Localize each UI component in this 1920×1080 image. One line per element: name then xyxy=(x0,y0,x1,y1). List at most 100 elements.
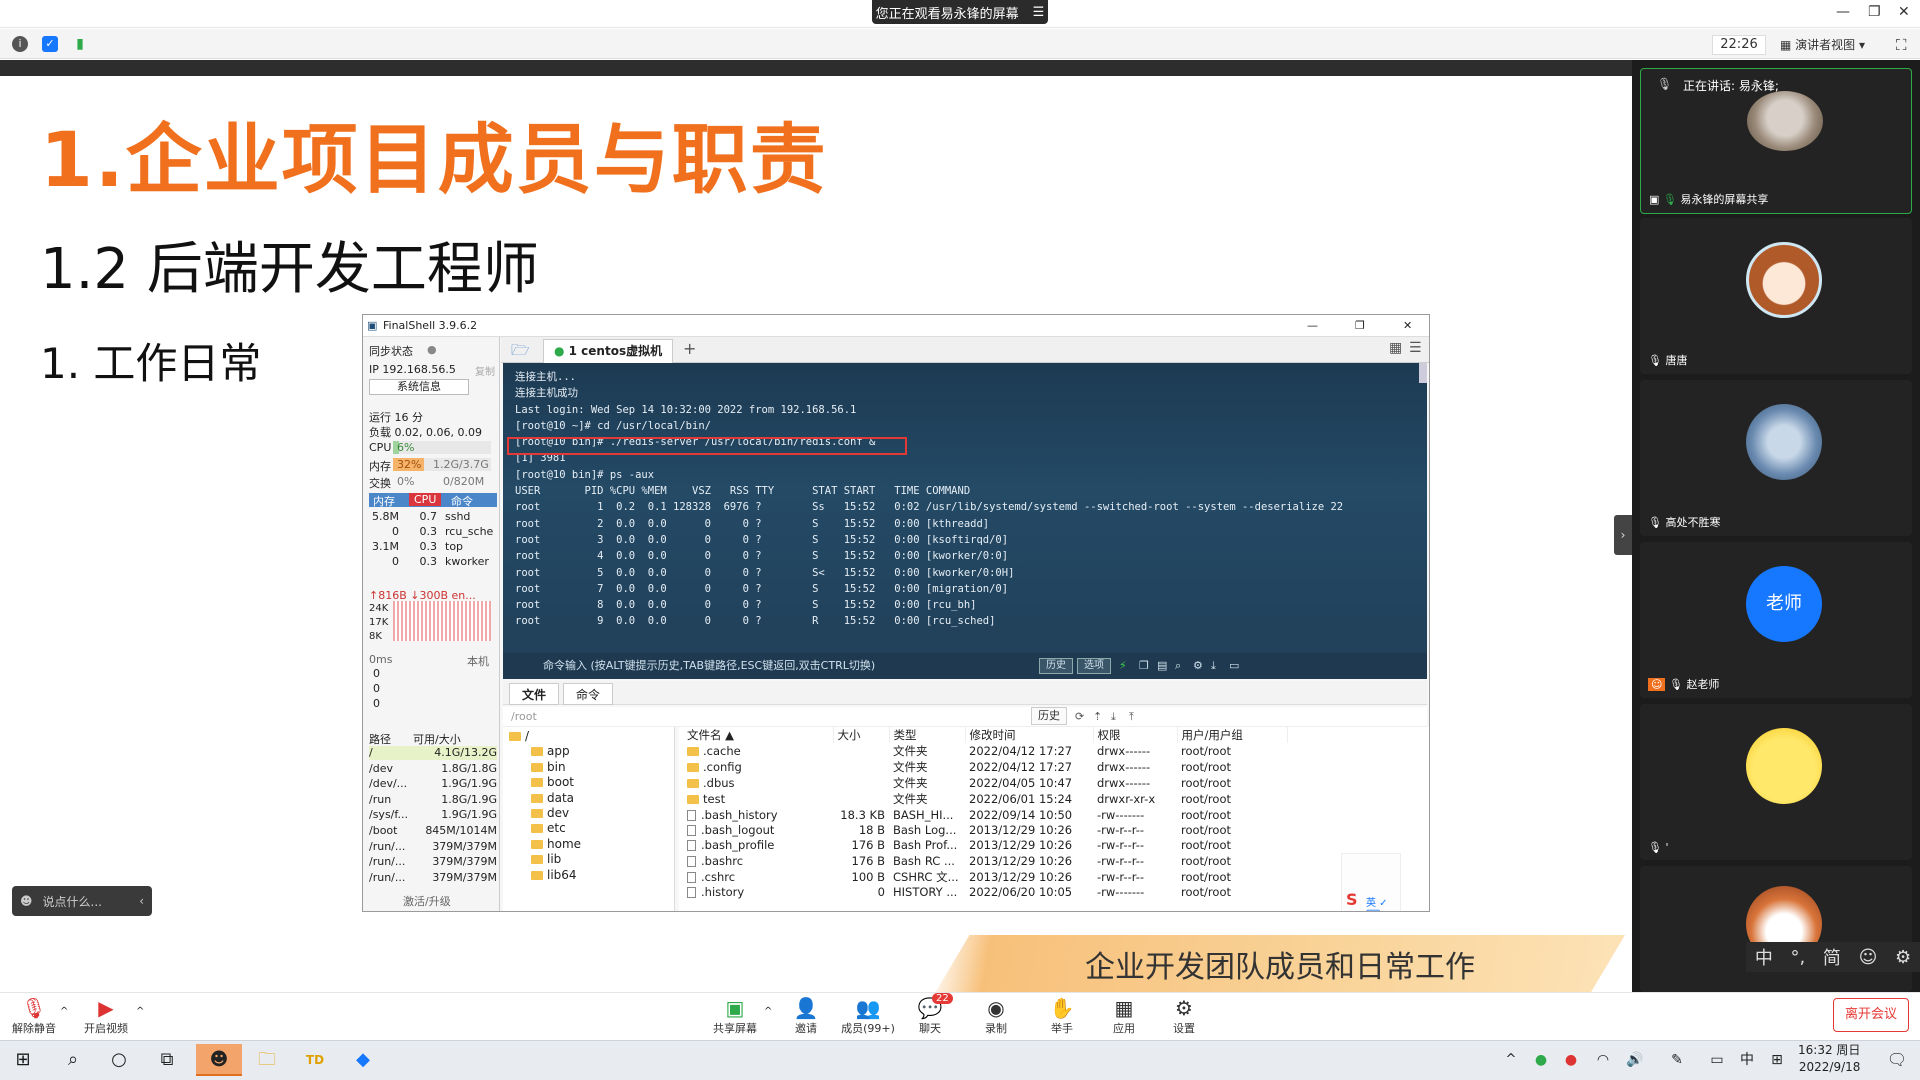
participant-tile-presenter[interactable]: 🎙 正在讲话: 易永锋; ▣ 🎙 易永锋的屏幕共享 xyxy=(1640,68,1912,214)
close-icon[interactable]: ✕ xyxy=(1403,315,1412,337)
proc-col-cpu[interactable]: CPU xyxy=(409,493,442,506)
file-col-header[interactable]: 修改时间 xyxy=(965,727,1094,743)
apps-button[interactable]: ▦ 应用 xyxy=(1092,996,1156,1036)
invite-button[interactable]: 👤 邀请 xyxy=(774,996,838,1036)
sysinfo-button[interactable]: 系统信息 xyxy=(369,379,469,395)
chat-button[interactable]: 💬 聊天 xyxy=(898,996,962,1036)
path-bar[interactable]: /root 历史 ⟳ ⇡ ⤓ ⤒ xyxy=(503,707,1427,727)
close-icon[interactable]: ✕ xyxy=(1898,4,1910,20)
participant-tile-3[interactable]: 老师 ☺ 🎙 赵老师 xyxy=(1640,542,1912,698)
file-row[interactable]: .cache 文件夹 2022/04/12 17:27 drwx------ root/… xyxy=(683,743,1287,759)
unmute-button[interactable]: 🎙 解除静音 xyxy=(2,996,66,1036)
emoji-icon[interactable]: ☻ xyxy=(20,894,33,908)
search-icon[interactable]: ⌕ xyxy=(56,1044,90,1076)
chevron-left-icon[interactable]: ‹ xyxy=(139,894,144,908)
tree-item[interactable]: app xyxy=(531,744,570,758)
file-col-header[interactable]: 用户/用户组 xyxy=(1177,727,1288,743)
file-row[interactable]: .bashrc 176 B Bash RC ... 2013/12/29 10:26 -… xyxy=(683,853,1287,868)
tab-centos[interactable]: ● 1 centos虚拟机 × xyxy=(543,339,673,380)
tray-ime[interactable]: 中 xyxy=(1730,1044,1764,1076)
refresh-icon[interactable]: ⟳ xyxy=(1075,707,1084,727)
participant-tile-1[interactable]: 🎙 唐唐 xyxy=(1640,218,1912,374)
tree-item[interactable]: lib64 xyxy=(531,868,577,882)
tree-item[interactable]: boot xyxy=(531,775,574,789)
file-col-header[interactable]: 类型 xyxy=(889,727,966,743)
copy-link[interactable]: 复制 xyxy=(475,363,495,378)
tree-item[interactable]: home xyxy=(531,837,581,851)
shield-icon[interactable]: ✓ xyxy=(42,36,58,52)
keyboard-icon[interactable]: ▭ xyxy=(1700,1044,1734,1076)
file-row[interactable]: .config 文件夹 2022/04/12 17:27 drwx------ root… xyxy=(683,759,1287,775)
taskbar-app-meeting-icon[interactable]: ◆ xyxy=(346,1044,380,1076)
file-col-header[interactable]: 大小 xyxy=(833,727,890,743)
signal-icon[interactable]: ▮ xyxy=(72,36,88,52)
menu-icon[interactable]: ☰ xyxy=(1033,5,1045,20)
proc-col-mem[interactable]: 内存 xyxy=(373,493,395,509)
start-video-button[interactable]: ▶ 开启视频 xyxy=(74,996,138,1036)
ime-grid-icon[interactable]: ⊞ xyxy=(1760,1044,1794,1076)
ime-simple[interactable]: 简 xyxy=(1823,944,1841,970)
proc-col-cmd[interactable]: 命令 xyxy=(451,493,473,509)
copy-icon[interactable]: ❐ xyxy=(1139,653,1149,679)
lightning-icon[interactable]: ⚡ xyxy=(1119,653,1127,679)
process-row[interactable]: 3.1M 0.3 top xyxy=(369,540,497,554)
process-row[interactable]: 5.8M 0.7 sshd xyxy=(369,510,497,524)
menu-icon[interactable]: ☰ xyxy=(1409,340,1422,356)
restore-icon[interactable]: ❐ xyxy=(1355,315,1365,337)
settings-button[interactable]: ⚙ 设置 xyxy=(1152,996,1216,1036)
path-history-button[interactable]: 历史 xyxy=(1031,707,1067,725)
activate-link[interactable]: 激活/升级 xyxy=(403,893,451,909)
windows-start-icon[interactable]: ⊞ xyxy=(6,1044,40,1076)
chat-quick-input[interactable]: ☻ 说点什么... ‹ xyxy=(12,886,152,916)
file-col-header[interactable]: 文件名 ▲ xyxy=(683,727,834,743)
chevron-up-icon[interactable]: ^ xyxy=(60,1006,68,1017)
tree-item[interactable]: bin xyxy=(531,760,566,774)
search-icon[interactable]: ⌕ xyxy=(1175,653,1181,679)
chevron-up-icon[interactable]: ^ xyxy=(764,1006,772,1017)
terminal[interactable]: 连接主机... 连接主机成功 Last login: Wed Sep 14 10… xyxy=(503,363,1427,679)
cortana-icon[interactable]: ○ xyxy=(102,1044,136,1076)
wifi-icon[interactable]: ◠ xyxy=(1586,1044,1620,1076)
file-col-header[interactable]: 权限 xyxy=(1093,727,1178,743)
share-screen-button[interactable]: ▣ 共享屏幕 xyxy=(703,996,767,1036)
tab-files[interactable]: 文件 xyxy=(509,683,560,705)
task-view-icon[interactable]: ⧉ xyxy=(150,1044,184,1076)
file-row[interactable]: test 文件夹 2022/06/01 15:24 drwxr-xr-x root/ro… xyxy=(683,791,1287,807)
tray-app-icon[interactable]: ● xyxy=(1524,1044,1558,1076)
tree-item[interactable]: / xyxy=(509,729,529,743)
pen-icon[interactable]: ✎ xyxy=(1660,1044,1694,1076)
notification-icon[interactable]: 🗨 xyxy=(1880,1044,1914,1076)
tray-chevron-up-icon[interactable]: ^ xyxy=(1494,1044,1528,1076)
file-row[interactable]: .dbus 文件夹 2022/04/05 10:47 drwx------ root/r… xyxy=(683,775,1287,791)
emoji-icon[interactable]: ☺ xyxy=(1859,947,1878,968)
upload-icon[interactable]: ⤒ xyxy=(1129,707,1134,727)
restore-icon[interactable]: ❐ xyxy=(1868,4,1881,20)
chevron-up-icon[interactable]: ^ xyxy=(136,1006,144,1017)
ime-tools-icon[interactable]: 英 ✓ ⌨ xyxy=(1366,894,1400,911)
speaker-view-dropdown[interactable]: ▦ 演讲者视图 ▾ xyxy=(1780,35,1865,55)
tab-commands[interactable]: 命令 xyxy=(563,683,614,705)
gear-icon[interactable]: ⚙ xyxy=(1895,947,1911,968)
history-button[interactable]: 历史 xyxy=(1039,658,1073,674)
paste-icon[interactable]: ▤ xyxy=(1157,653,1167,679)
minimize-icon[interactable]: — xyxy=(1307,315,1318,337)
tree-item[interactable]: dev xyxy=(531,806,569,820)
file-row[interactable]: .bash_profile 176 B Bash Prof... 2013/12/29… xyxy=(683,838,1287,853)
info-icon[interactable]: i xyxy=(12,36,28,52)
file-row[interactable]: .cshrc 100 B CSHRC 文... 2013/12/29 10:26 -rw… xyxy=(683,869,1287,885)
taskbar-app-meeting[interactable]: ☻ xyxy=(196,1044,242,1076)
volume-icon[interactable]: 🔊 xyxy=(1618,1044,1652,1076)
tray-app2-icon[interactable]: ● xyxy=(1554,1044,1588,1076)
file-row[interactable]: .bash_logout 18 B Bash Log... 2013/12/29 10… xyxy=(683,822,1287,837)
window-icon[interactable]: ▭ xyxy=(1229,653,1239,679)
participant-tile-5[interactable] xyxy=(1640,866,1912,992)
ime-lang[interactable]: 中 xyxy=(1755,944,1773,970)
record-button[interactable]: ◉ 录制 xyxy=(964,996,1028,1036)
download-icon[interactable]: ⤓ xyxy=(1111,707,1116,727)
process-row[interactable]: 0 0.3 kworker xyxy=(369,555,497,569)
tree-item[interactable]: data xyxy=(531,791,574,805)
folder-icon[interactable]: 🗁 xyxy=(511,340,530,365)
ime-punct[interactable]: °, xyxy=(1791,947,1806,968)
leave-meeting-button[interactable]: 离开会议 xyxy=(1833,998,1909,1032)
process-row[interactable]: 0 0.3 rcu_sche xyxy=(369,525,497,539)
